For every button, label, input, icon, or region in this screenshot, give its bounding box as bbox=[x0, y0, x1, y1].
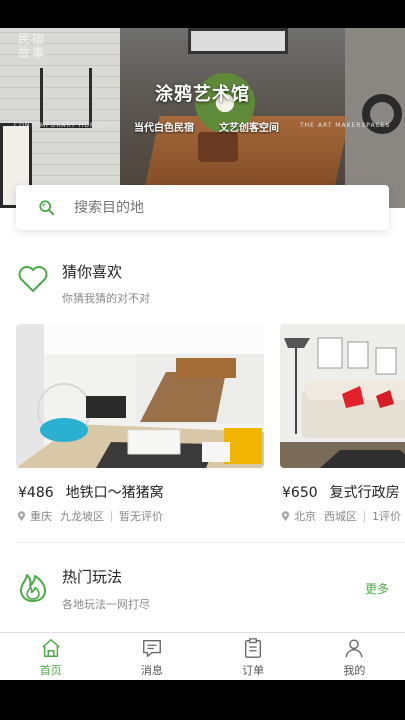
tab-home[interactable]: 首页 bbox=[0, 633, 101, 680]
search-icon bbox=[39, 199, 55, 215]
listing-name: 复式行政房 bbox=[329, 485, 400, 501]
location-pin-icon bbox=[281, 510, 290, 521]
listing-photo[interactable] bbox=[280, 324, 405, 468]
popular-subtitle: 各地玩法一网打尽 bbox=[62, 598, 150, 611]
listing-city: 重庆 bbox=[30, 510, 52, 523]
popular-title: 热门玩法 bbox=[62, 568, 123, 586]
heart-icon bbox=[18, 266, 48, 292]
tab-messages[interactable]: 消息 bbox=[101, 633, 202, 680]
flower-pot bbox=[198, 132, 238, 162]
status-bar bbox=[0, 0, 405, 28]
bottom-tab-bar: 首页 消息 订单 我的 bbox=[0, 632, 405, 680]
tab-label: 首页 bbox=[39, 664, 62, 677]
hero-english-left: CONTEMPORARY HOMESTAY bbox=[14, 122, 120, 129]
listing-rating: 1评价 bbox=[372, 510, 401, 523]
tab-orders[interactable]: 订单 bbox=[203, 633, 304, 680]
recommend-title: 猜你喜欢 bbox=[62, 263, 123, 281]
section-divider bbox=[16, 542, 405, 543]
window bbox=[188, 28, 288, 54]
home-icon bbox=[41, 639, 60, 657]
listing-price: ¥486 bbox=[18, 485, 54, 501]
meta-divider bbox=[111, 510, 112, 522]
more-link[interactable]: 更多 bbox=[365, 580, 389, 597]
search-bar[interactable] bbox=[16, 185, 389, 230]
tab-label: 消息 bbox=[140, 664, 163, 677]
listing-rating: 暂无评价 bbox=[119, 510, 163, 523]
system-nav-bar bbox=[0, 680, 405, 720]
hero-subtitle-left: 当代白色民宿 bbox=[134, 123, 194, 134]
tab-label: 我的 bbox=[343, 664, 366, 677]
listing-photo[interactable] bbox=[16, 324, 264, 468]
user-icon bbox=[345, 639, 363, 658]
location-pin-icon bbox=[17, 510, 26, 521]
hero-logo: 民宿故事 bbox=[18, 32, 47, 60]
hero-banner[interactable]: 民宿故事 涂鸦艺术馆 CONTEMPORARY HOMESTAY 当代白色民宿 … bbox=[0, 28, 405, 208]
listing-name: 地铁口～猪猪窝 bbox=[65, 485, 164, 501]
meta-divider bbox=[364, 510, 365, 522]
listing-district: 九龙坡区 bbox=[60, 510, 104, 523]
order-icon bbox=[245, 638, 262, 658]
message-icon bbox=[142, 639, 161, 657]
flame-icon bbox=[20, 574, 46, 602]
listing-district: 西城区 bbox=[324, 510, 357, 523]
recommend-subtitle: 你猜我猜的对不对 bbox=[62, 292, 150, 305]
listing-price: ¥650 bbox=[282, 485, 318, 501]
hero-subtitle-right: 文艺创客空间 bbox=[219, 123, 279, 134]
tab-profile[interactable]: 我的 bbox=[304, 633, 405, 680]
tab-label: 订单 bbox=[242, 664, 265, 677]
app-screen: 民宿故事 涂鸦艺术馆 CONTEMPORARY HOMESTAY 当代白色民宿 … bbox=[0, 28, 405, 680]
hero-english-right: THE ART MAKERSPACES bbox=[300, 122, 391, 129]
listing-city: 北京 bbox=[294, 510, 316, 523]
hero-title: 涂鸦艺术馆 bbox=[155, 84, 250, 105]
search-input[interactable] bbox=[74, 199, 334, 216]
